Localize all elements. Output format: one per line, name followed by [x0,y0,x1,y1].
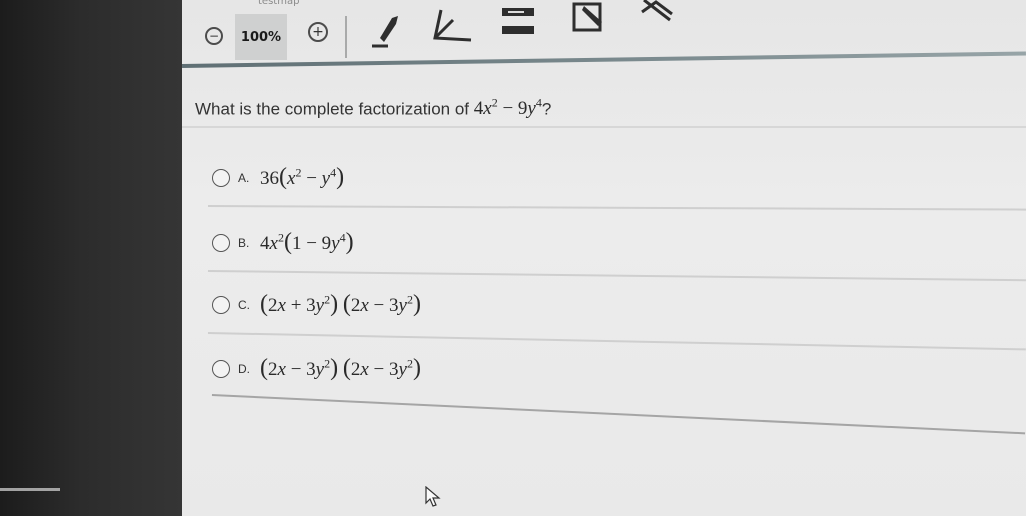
zoom-in-button[interactable]: + [308,22,328,42]
minus-icon: − [208,29,220,43]
radio-c[interactable] [212,295,230,314]
toolbar-divider [345,16,347,58]
option-divider [207,205,1026,211]
option-divider [207,270,1026,282]
radio-b[interactable] [212,233,230,252]
option-d[interactable]: D. (2x − 3y2) (2x − 3y2) [212,355,421,382]
option-c[interactable]: C. (2x + 3y2) (2x − 3y2) [212,291,421,318]
option-b-letter: B. [238,235,250,250]
line-reader-icon[interactable] [500,2,540,42]
option-c-letter: C. [238,297,250,312]
option-b-expression: 4x2(1 − 9y4) [260,229,354,255]
cursor-icon [425,486,441,507]
question-text: What is the complete factorization of [195,99,470,119]
question-mark: ? [541,99,552,119]
zoom-level: 100% [235,14,287,60]
option-c-expression: (2x + 3y2) (2x − 3y2) [260,291,421,317]
radio-a[interactable] [212,168,230,187]
question-prompt: What is the complete factorization of 4x… [195,96,551,120]
highlighter-icon[interactable] [570,0,614,36]
app-title: testmap [258,0,300,7]
radio-d[interactable] [212,359,230,378]
pencil-icon[interactable] [362,8,410,48]
option-a-expression: 36(x2 − y4) [260,164,345,190]
left-bezel [0,0,182,516]
bezel-edge [0,488,60,491]
option-b[interactable]: B. 4x2(1 − 9y4) [212,229,354,256]
option-d-expression: (2x − 3y2) (2x − 3y2) [260,355,421,381]
toolbar-underline [182,51,1026,68]
plus-icon: + [312,24,324,40]
option-a-letter: A. [238,170,250,185]
eliminator-icon[interactable] [638,0,678,24]
option-a[interactable]: A. 36(x2 − y4) [212,164,344,191]
angle-icon[interactable] [427,6,477,48]
toolbar: testmap − 100% + [182,0,1026,68]
option-divider [207,332,1026,351]
options-bottom-border [211,394,1026,435]
question-divider [182,126,1026,128]
option-d-letter: D. [238,361,250,376]
zoom-out-button[interactable]: − [205,27,223,45]
screen: testmap − 100% + What is the complete fa… [182,0,1026,516]
question-expression: 4x2 − 9y4 [473,96,542,120]
